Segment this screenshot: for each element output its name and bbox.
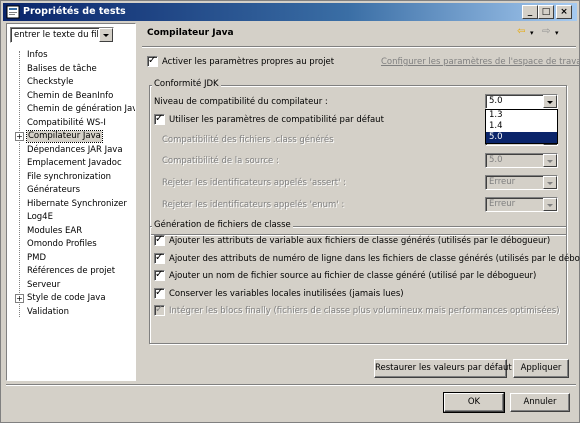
class-generation-checkbox[interactable] [154, 304, 165, 316]
tree-item[interactable]: Références de projet [27, 266, 115, 277]
compiler-level-dropdown-list: 1.3 1.4 5.0 [485, 109, 558, 144]
tree-item[interactable]: Générateurs [27, 185, 80, 196]
configure-workspace-link[interactable]: Configurer les paramètres de l'espace de… [381, 57, 580, 67]
use-default-compliance-label[interactable]: Utiliser les paramètres de compatibilité… [169, 115, 384, 125]
tree-guide-line [19, 51, 20, 317]
filter-combo[interactable]: entrer le texte du filt [10, 27, 114, 43]
properties-dialog: Propriétés de tests _ □ × entrer le text… [0, 0, 580, 423]
tree-item[interactable]: Validation [27, 307, 69, 318]
forward-menu-chevron-down-icon[interactable]: ▾ [555, 29, 559, 37]
forward-arrow-icon[interactable]: ⇨ [542, 26, 550, 37]
app-icon [6, 5, 20, 19]
tree-item[interactable]: Hibernate Synchronizer [27, 199, 127, 210]
tree-item[interactable]: Style de code Java [27, 293, 106, 304]
tree-item[interactable]: Dépendances JAR Java [27, 145, 123, 156]
class-generation-option-label[interactable]: Conserver les variables locales inutilis… [169, 289, 404, 299]
cancel-button[interactable]: Annuler [510, 393, 570, 412]
tree-item[interactable]: Chemin de BeanInfo [27, 91, 113, 102]
compiler-level-label: Niveau de compatibilité du compilateur : [154, 97, 328, 107]
enum-label: Rejeter les identificateurs appelés 'enu… [162, 200, 345, 210]
tree-item[interactable]: File synchronization [27, 172, 111, 183]
tree-item[interactable]: Checkstyle [27, 77, 74, 88]
source-compat-label: Compatibilité de la source : [162, 156, 279, 166]
assert-combo[interactable]: Erreur [485, 175, 558, 190]
class-generation-option-label[interactable]: Ajouter des attributs de numéro de ligne… [169, 254, 580, 264]
tree-item[interactable]: Log4E [27, 212, 53, 223]
back-menu-chevron-down-icon[interactable]: ▾ [530, 29, 534, 37]
class-generation-option-label[interactable]: Ajouter les attributs de variable aux fi… [169, 236, 550, 246]
enum-value: Erreur [489, 199, 516, 209]
compiler-level-value: 5.0 [489, 96, 503, 106]
tree-expand-icon[interactable]: + [15, 294, 24, 303]
tree-item[interactable]: Emplacement Javadoc [27, 158, 122, 169]
tree-item[interactable]: Chemin de génération Java [27, 104, 135, 115]
preference-page: Compilateur Java ⇦ ▾ ⇨ ▾ Activer les par… [142, 23, 580, 381]
assert-label: Rejeter les identificateurs appelés 'ass… [162, 178, 347, 188]
enum-combo[interactable]: Erreur [485, 197, 558, 212]
filter-dropdown-button[interactable] [99, 28, 113, 42]
enable-project-settings-checkbox[interactable] [147, 55, 158, 67]
category-tree: Infos Balises de tâche Checkstyle Chemin de… [7, 47, 135, 377]
compiler-level-chevron-down-icon[interactable] [543, 95, 557, 108]
tree-item[interactable]: Modules EAR [27, 226, 82, 237]
class-generation-checkbox[interactable] [154, 287, 165, 299]
source-compat-combo[interactable]: 5.0 [485, 153, 558, 168]
class-generation-checkbox[interactable] [154, 252, 165, 264]
tree-item[interactable]: Balises de tâche [27, 64, 97, 75]
page-title: Compilateur Java [147, 28, 234, 38]
apply-button[interactable]: Appliquer [513, 359, 569, 378]
navigation-panel: entrer le texte du filt Infos Balises de … [6, 23, 136, 381]
tree-expand-icon[interactable]: + [15, 132, 24, 141]
assert-value: Erreur [489, 177, 516, 187]
tree-item[interactable]: Compilateur Java [26, 130, 103, 143]
class-generation-option-label[interactable]: Intégrer les blocs finally (fichiers de … [169, 306, 560, 316]
dropdown-option[interactable]: 1.3 [486, 110, 557, 121]
enable-project-settings-label[interactable]: Activer les paramètres propres au projet [162, 57, 334, 67]
dropdown-option[interactable]: 5.0 [486, 132, 557, 143]
window-title: Propriétés de tests [23, 6, 126, 17]
compiler-level-combo[interactable]: 5.0 [485, 94, 558, 109]
class-generation-checkbox[interactable] [154, 269, 165, 281]
maximize-button[interactable]: □ [538, 5, 554, 19]
header-separator [142, 46, 576, 48]
tree-item[interactable]: Compatibilité WS-I [27, 118, 106, 129]
class-compat-label: Compatibilité des fichiers .class généré… [162, 135, 334, 145]
title-bar: Propriétés de tests _ □ × [3, 3, 577, 21]
enum-chevron-down-icon[interactable] [543, 198, 557, 211]
close-button[interactable]: × [556, 5, 572, 19]
source-compat-value: 5.0 [489, 155, 503, 165]
tree-item[interactable]: Infos [27, 50, 48, 61]
restore-defaults-button[interactable]: Restaurer les valeurs par défaut [374, 359, 512, 378]
footer-separator [6, 384, 576, 386]
tree-item[interactable]: Serveur [27, 280, 60, 291]
jdk-compliance-group-label: Conformité JDK [152, 79, 221, 89]
source-compat-chevron-down-icon[interactable] [543, 154, 557, 167]
ok-button[interactable]: OK [443, 392, 505, 413]
class-generation-option-label[interactable]: Ajouter un nom de fichier source au fich… [169, 271, 536, 281]
tree-item[interactable]: Omondo Profiles [27, 239, 97, 250]
minimize-button[interactable]: _ [522, 5, 538, 19]
class-generation-checkbox[interactable] [154, 234, 165, 246]
history-nav: ⇦ ▾ ⇨ ▾ [517, 26, 573, 40]
use-default-compliance-checkbox[interactable] [154, 113, 165, 125]
class-generation-group-label: Génération de fichiers de classe [152, 220, 293, 230]
dropdown-option[interactable]: 1.4 [486, 121, 557, 132]
back-arrow-icon[interactable]: ⇦ [517, 26, 525, 37]
assert-chevron-down-icon[interactable] [543, 176, 557, 189]
tree-item[interactable]: PMD [27, 253, 46, 264]
filter-input[interactable]: entrer le texte du filt [14, 30, 98, 40]
